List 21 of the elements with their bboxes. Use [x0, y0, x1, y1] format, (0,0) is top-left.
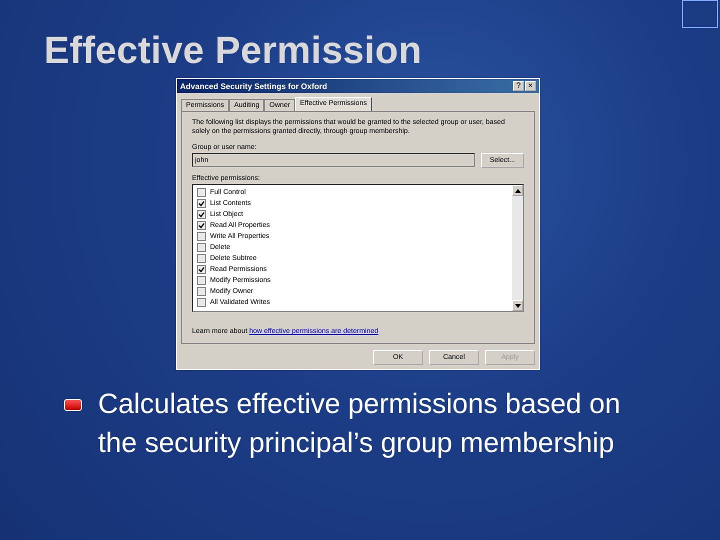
checkbox[interactable] [197, 210, 206, 219]
scrollbar[interactable] [512, 185, 523, 311]
checkbox[interactable] [197, 221, 206, 230]
checkbox[interactable] [197, 254, 206, 263]
corner-frame [682, 0, 718, 28]
checkbox[interactable] [197, 298, 206, 307]
checkbox[interactable] [197, 232, 206, 241]
scroll-up-arrow-icon[interactable] [514, 188, 520, 192]
help-button[interactable]: ? [513, 81, 524, 91]
checkbox[interactable] [197, 265, 206, 274]
checkbox[interactable] [197, 243, 206, 252]
window-title: Advanced Security Settings for Oxford [180, 82, 328, 90]
bullet-icon [64, 399, 82, 411]
checkbox[interactable] [197, 276, 206, 285]
checkbox[interactable] [197, 188, 206, 197]
bullet-text: Calculates effective permissions based on the security principal’s group membership [98, 387, 622, 460]
scroll-down-arrow-icon[interactable] [514, 304, 520, 308]
slide-title: Effective Permission [44, 30, 423, 74]
checkbox[interactable] [197, 199, 206, 208]
close-button[interactable]: × [525, 81, 536, 91]
checkbox[interactable] [197, 287, 206, 296]
